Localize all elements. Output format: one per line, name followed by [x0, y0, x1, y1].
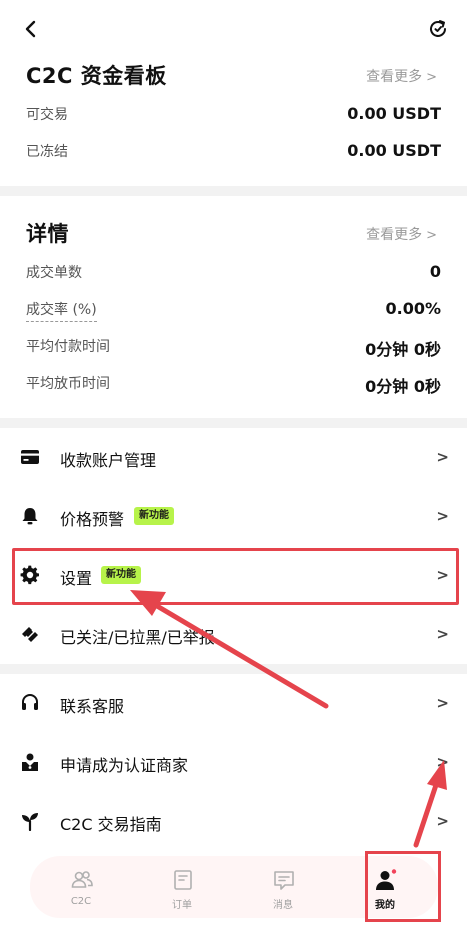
bell-icon	[22, 508, 38, 525]
chevron-right-icon: >	[436, 694, 449, 712]
menu-item-followed-blocked-reported[interactable]: 已关注/已拉黑/已举报 >	[0, 605, 467, 663]
order-icon	[174, 870, 192, 890]
completion-rate-label[interactable]: 成交率 (%)	[26, 299, 97, 322]
orders-count-value: 0	[429, 262, 441, 281]
mine-tab-highlight-box	[365, 851, 441, 922]
menu-item-become-merchant[interactable]: 申请成为认证商家 >	[0, 733, 467, 791]
chevron-right-icon: >	[436, 448, 449, 466]
menu-item-c2c-guide[interactable]: C2C 交易指南 >	[0, 792, 467, 850]
menu-label: 联系客服	[60, 697, 125, 716]
chevron-right-icon: >	[436, 812, 449, 830]
menu-item-payment-accounts[interactable]: 收款账户管理 >	[0, 428, 467, 486]
tradable-label: 可交易	[26, 107, 68, 123]
avg-release-time-label: 平均放币时间	[26, 376, 110, 392]
dashboard-more-link[interactable]: 查看更多 >	[366, 66, 437, 86]
chevron-left-icon[interactable]	[20, 18, 42, 40]
headset-icon	[22, 694, 38, 710]
nav-tab-c2c[interactable]: C2C	[36, 856, 126, 918]
avg-pay-time-value: 0分钟 0秒	[365, 340, 441, 359]
fund-dashboard-card: C2C 资金看板 查看更多 > 可交易 0.00 USDT 已冻结 0.00 US…	[0, 50, 467, 186]
menu-item-customer-service[interactable]: 联系客服 >	[0, 674, 467, 732]
menu-item-price-alert[interactable]: 价格预警 新功能 >	[0, 487, 467, 545]
menu-label: 申请成为认证商家	[60, 756, 189, 775]
card-icon	[21, 450, 39, 464]
menu-label: 已关注/已拉黑/已举报	[60, 628, 215, 647]
chevron-right-icon: >	[426, 228, 437, 243]
tag-icon	[22, 627, 38, 642]
refresh-icon[interactable]	[427, 18, 449, 40]
users-icon	[71, 871, 93, 888]
nav-label: C2C	[70, 896, 92, 907]
chevron-right-icon: >	[436, 625, 449, 643]
dashboard-title: C2C 资金看板	[26, 64, 167, 88]
details-title: 详情	[26, 222, 69, 246]
avg-release-time-value: 0分钟 0秒	[365, 377, 441, 396]
menu-label: 收款账户管理	[60, 451, 157, 470]
settings-highlight-box	[12, 548, 459, 605]
details-card: 详情 查看更多 > 成交单数 0 成交率 (%) 0.00% 平均付款时间 0分钟…	[0, 196, 467, 418]
tradable-value: 0.00 USDT	[347, 104, 441, 123]
nav-label: 消息	[273, 900, 293, 911]
merchant-icon	[22, 753, 38, 771]
details-more-link[interactable]: 查看更多 >	[366, 224, 437, 244]
new-feature-badge: 新功能	[134, 507, 174, 525]
menu-label: 价格预警	[60, 510, 125, 529]
frozen-label: 已冻结	[26, 144, 68, 160]
frozen-value: 0.00 USDT	[347, 141, 441, 160]
menu-group-1: 收款账户管理 > 价格预警 新功能 > 设置 新功能 > 已关注/已拉黑/已举报…	[0, 428, 467, 664]
chevron-right-icon: >	[436, 753, 449, 771]
avg-pay-time-label: 平均付款时间	[26, 339, 110, 355]
nav-tab-orders[interactable]: 订单	[137, 856, 227, 918]
sprout-icon	[22, 813, 38, 831]
more-label: 查看更多	[366, 227, 423, 243]
nav-tab-messages[interactable]: 消息	[238, 856, 328, 918]
nav-label: 订单	[172, 900, 192, 911]
more-label: 查看更多	[366, 69, 423, 85]
message-icon	[274, 871, 294, 890]
chevron-right-icon: >	[426, 70, 437, 85]
completion-rate-value: 0.00%	[385, 299, 441, 318]
orders-count-label: 成交单数	[26, 265, 82, 281]
chevron-right-icon: >	[436, 507, 449, 525]
menu-label: C2C 交易指南	[60, 815, 162, 834]
